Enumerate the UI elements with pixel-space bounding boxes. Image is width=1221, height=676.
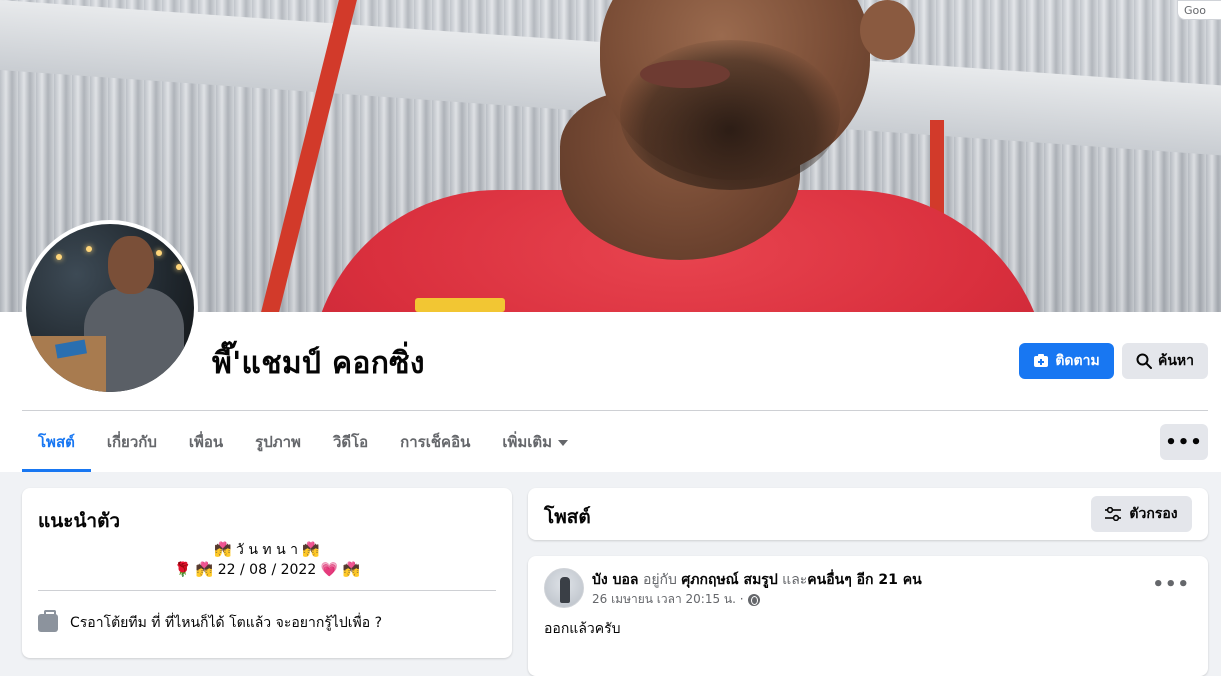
tab-videos[interactable]: วิดีโอ (317, 411, 384, 472)
bio-line: 💏 วั น ท น า 💏 (214, 542, 320, 558)
intro-title: แนะนำตัว (38, 510, 121, 532)
tab-label: เกี่ยวกับ (106, 432, 157, 451)
tab-more[interactable]: เพิ่มเติม (486, 411, 584, 472)
profile-more-button[interactable]: ••• (1160, 424, 1208, 460)
posts-header-card: โพสต์ ตัวกรอง (528, 488, 1208, 540)
globe-icon (747, 593, 760, 606)
briefcase-icon (38, 610, 58, 632)
follow-label: ติดตาม (1055, 353, 1100, 369)
post-with-text: อยู่กับ (642, 572, 677, 588)
search-icon (1136, 353, 1152, 369)
tab-photos[interactable]: รูปภาพ (239, 411, 317, 472)
intro-work-text: Cรอาโต้ยทีม ที่ ที่ไหนก็ได้ โตแล้ว จะอยา… (70, 615, 383, 631)
intro-divider (38, 590, 496, 591)
profile-name: พี๊'แชมป์ คอกซิ่ง (212, 346, 425, 381)
post-more-button[interactable]: ••• (1152, 574, 1190, 595)
tab-label: เพิ่มเติม (502, 432, 553, 451)
tab-label: การเช็คอิน (400, 432, 471, 451)
cover-shirt-logo (415, 298, 505, 312)
search-button[interactable]: ค้นหา (1122, 343, 1208, 379)
tab-about[interactable]: เกี่ยวกับ (91, 411, 173, 472)
post-and-text: และ (782, 572, 808, 588)
bio-line: 🌹 💏 22 / 08 / 2022 💗 💏 (173, 562, 361, 578)
post-timestamp-row: 26 เมษายน เวลา 20:15 น. · (592, 590, 760, 609)
post-author-avatar[interactable] (544, 568, 584, 608)
post-tagged-name[interactable]: ศุภกฤษณ์ สมรูป (681, 572, 777, 588)
tab-label: วิดีโอ (332, 432, 369, 451)
post-card: บัง บอล อยู่กับ ศุภกฤษณ์ สมรูป และคนอื่น… (528, 556, 1208, 676)
post-timestamp[interactable]: 26 เมษายน เวลา 20:15 น. · (592, 590, 744, 609)
chevron-down-icon (558, 439, 569, 446)
avatar-photo (26, 224, 194, 392)
filter-label: ตัวกรอง (1129, 506, 1178, 522)
filter-button[interactable]: ตัวกรอง (1091, 496, 1192, 532)
cover-lips (640, 60, 730, 88)
post-author-name[interactable]: บัง บอล (592, 572, 638, 588)
profile-avatar[interactable] (22, 220, 198, 396)
tab-posts[interactable]: โพสต์ (22, 411, 91, 472)
tab-label: รูปภาพ (255, 432, 301, 451)
corner-popup[interactable]: Goo (1177, 0, 1221, 20)
search-label: ค้นหา (1157, 353, 1195, 369)
filter-icon (1105, 507, 1122, 521)
intro-work-row: Cรอาโต้ยทีม ที่ ที่ไหนก็ได้ โตแล้ว จะอยา… (38, 610, 383, 634)
intro-card: แนะนำตัว 💏 วั น ท น า 💏 🌹 💏 22 / 08 / 20… (22, 488, 512, 658)
tab-label: เพื่อน (188, 432, 224, 451)
follow-icon (1034, 354, 1049, 367)
post-text: ออกแล้วครับ (544, 621, 621, 637)
follow-button[interactable]: ติดตาม (1019, 343, 1114, 379)
cover-beard (620, 40, 840, 190)
profile-tabs: โพสต์ เกี่ยวกับ เพื่อน รูปภาพ วิดีโอ การ… (22, 411, 584, 472)
tab-friends[interactable]: เพื่อน (173, 411, 239, 472)
intro-bio: 💏 วั น ท น า 💏 🌹 💏 22 / 08 / 2022 💗 💏 (22, 540, 512, 580)
posts-title: โพสต์ (544, 506, 591, 528)
cover-ear (860, 0, 915, 60)
post-author-line: บัง บอล อยู่กับ ศุภกฤษณ์ สมรูป และคนอื่น… (592, 569, 922, 591)
post-others-link[interactable]: คนอื่นๆ อีก 21 คน (807, 572, 921, 588)
tab-checkins[interactable]: การเช็คอิน (384, 411, 486, 472)
tab-label: โพสต์ (38, 432, 75, 451)
